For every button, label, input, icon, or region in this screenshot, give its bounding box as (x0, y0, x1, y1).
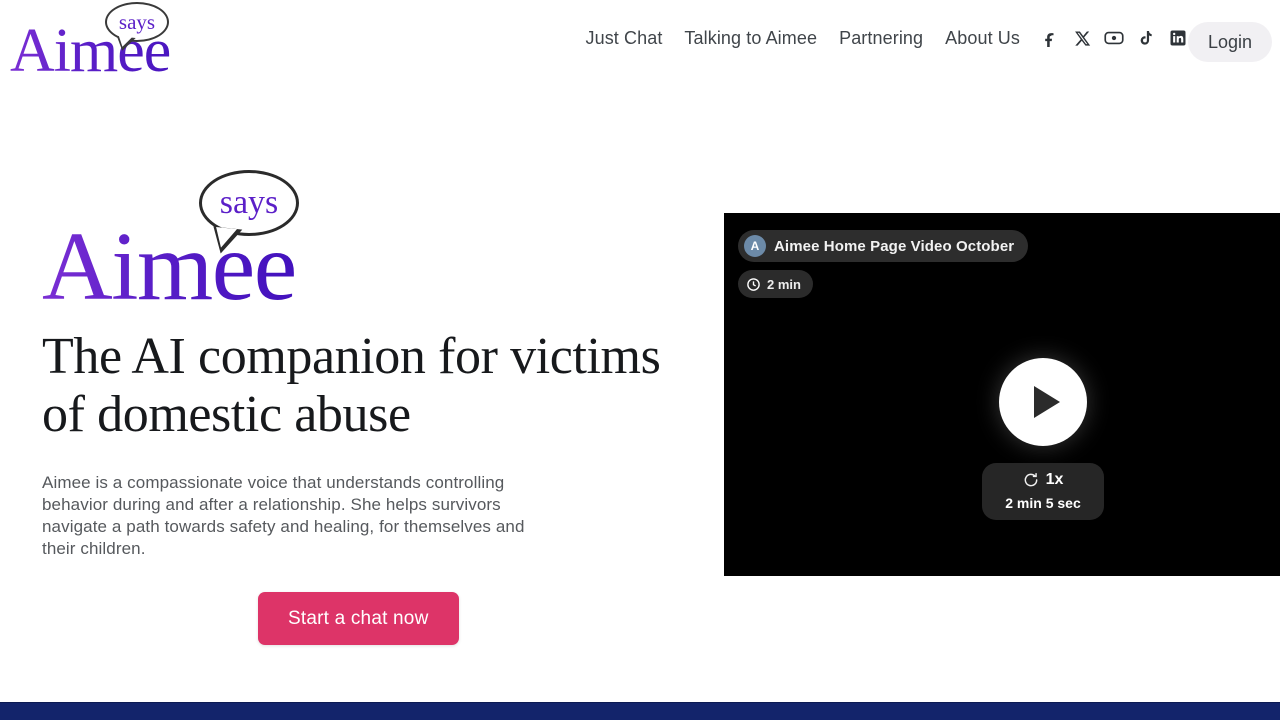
video-elapsed-time: 2 min 5 sec (1005, 495, 1081, 511)
login-button[interactable]: Login (1187, 22, 1272, 62)
footer-band (0, 702, 1280, 720)
hero-logo-speech-bubble-icon: says (199, 170, 299, 236)
play-button[interactable] (999, 358, 1087, 446)
video-title-pill[interactable]: A Aimee Home Page Video October (738, 230, 1029, 262)
header-logo-bubble-text: says (118, 9, 156, 34)
video-controls: 1x 2 min 5 sec (982, 463, 1104, 520)
nav-item-partnering[interactable]: Partnering (839, 28, 923, 49)
page-root: Aimee says Just Chat Talking to Aimee Pa… (0, 0, 1280, 720)
video-author-avatar: A (744, 235, 766, 257)
tiktok-icon[interactable] (1136, 28, 1156, 48)
hero-logo-bubble-text: says (219, 184, 279, 221)
hero-headline: The AI companion for victims of domestic… (42, 328, 661, 443)
primary-nav: Just Chat Talking to Aimee Partnering Ab… (585, 28, 1020, 49)
site-header: Aimee says Just Chat Talking to Aimee Pa… (0, 0, 1280, 86)
hero-section: Aimee says The AI companion for victims … (42, 170, 692, 645)
replay-speed-icon (1023, 472, 1040, 489)
nav-item-just-chat[interactable]: Just Chat (585, 28, 662, 49)
youtube-icon[interactable] (1104, 28, 1124, 48)
nav-item-about-us[interactable]: About Us (945, 28, 1020, 49)
hero-paragraph: Aimee is a compassionate voice that unde… (42, 473, 525, 558)
start-a-chat-now-button[interactable]: Start a chat now (258, 592, 459, 645)
clock-icon (745, 276, 761, 292)
video-duration-text: 2 min (767, 276, 801, 292)
social-links (1040, 28, 1188, 48)
hero-cta-wrap: Start a chat now (42, 592, 692, 645)
video-duration-chip: 2 min (738, 270, 813, 298)
linkedin-icon[interactable] (1168, 28, 1188, 48)
video-player[interactable]: A Aimee Home Page Video October 2 min 1x… (724, 213, 1280, 576)
hero-logo: Aimee says (42, 170, 342, 316)
x-twitter-icon[interactable] (1072, 28, 1092, 48)
header-logo[interactable]: Aimee says (8, 2, 238, 84)
playback-speed-value: 1x (1045, 471, 1064, 488)
facebook-icon[interactable] (1040, 28, 1060, 48)
video-title: Aimee Home Page Video October (774, 237, 1015, 255)
header-logo-speech-bubble-icon: says (105, 2, 169, 42)
nav-item-talking-to-aimee[interactable]: Talking to Aimee (684, 28, 817, 49)
playback-speed-control[interactable]: 1x (1023, 471, 1064, 489)
play-icon (1034, 386, 1060, 418)
